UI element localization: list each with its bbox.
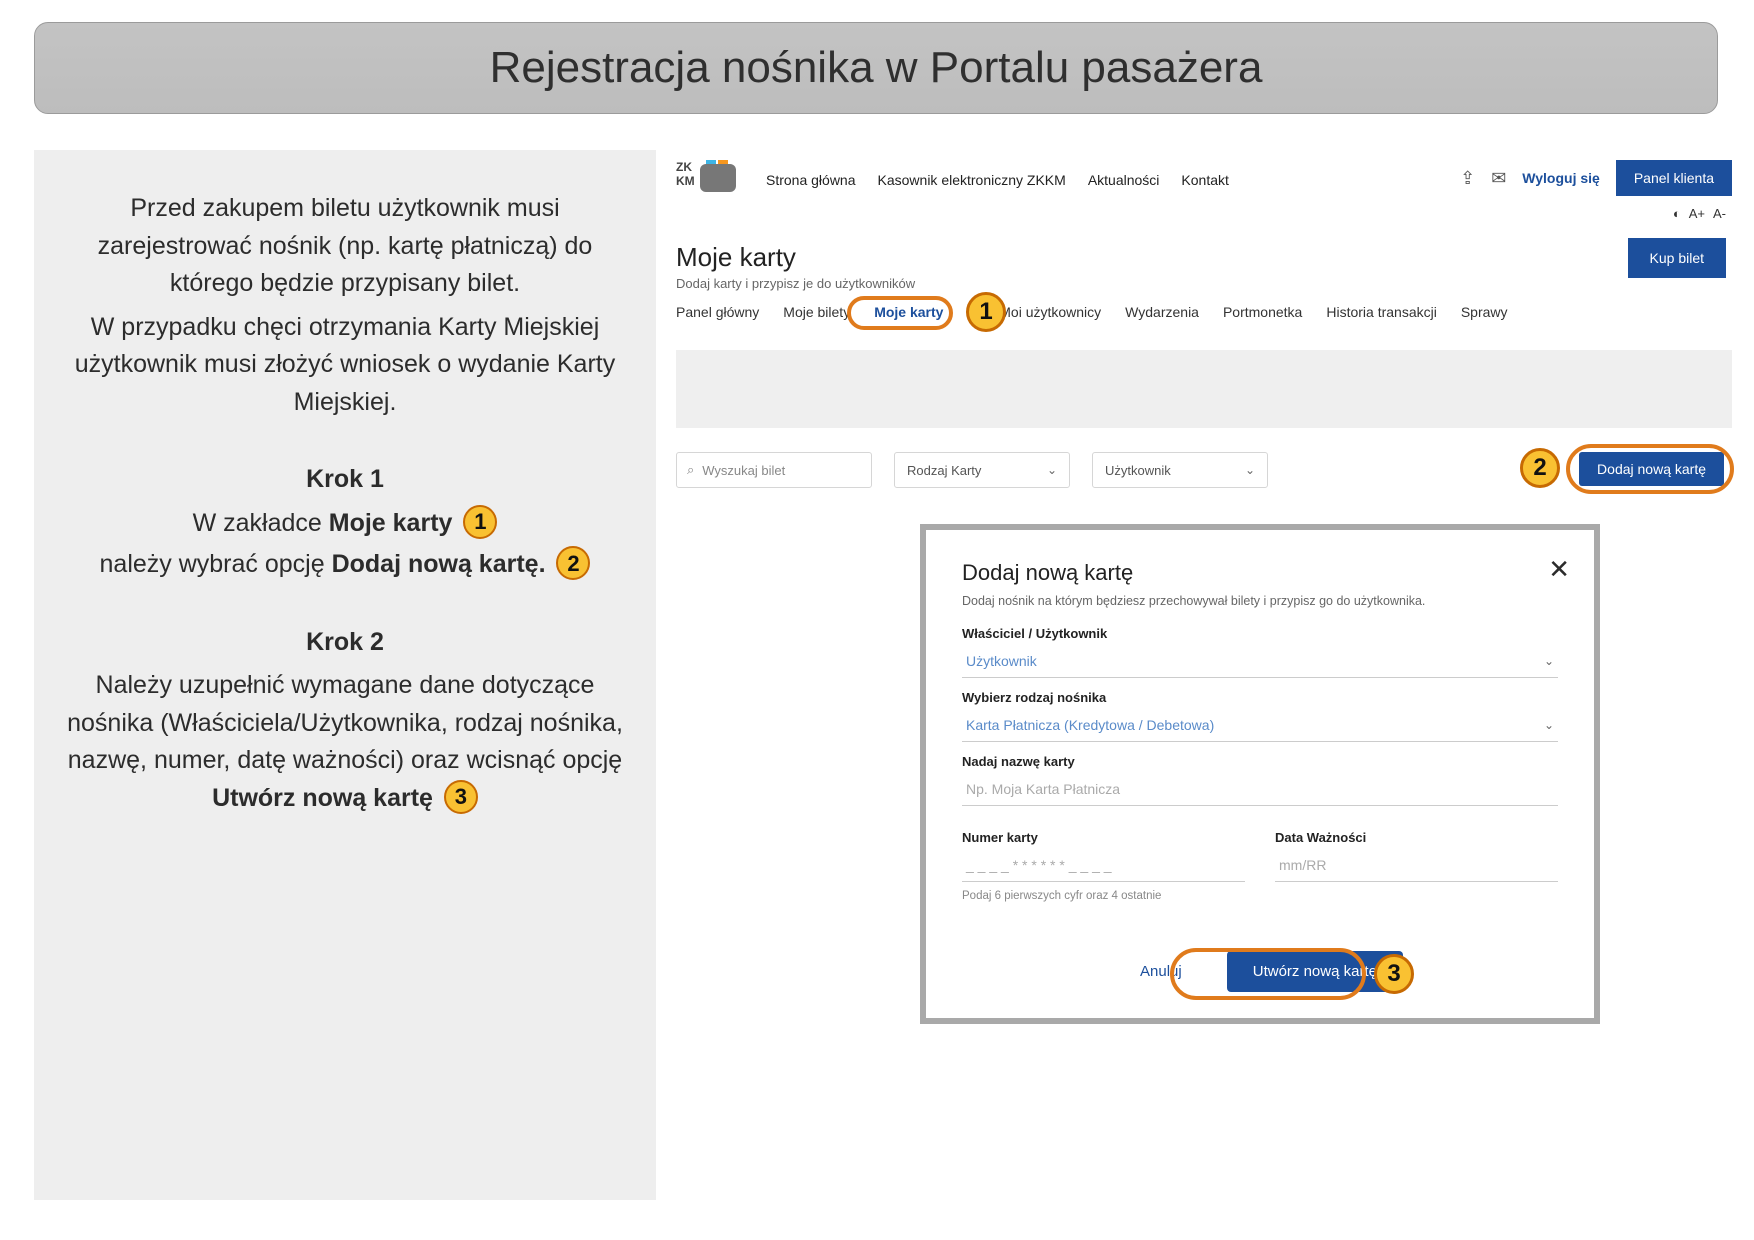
search-input[interactable]: ⌕ Wyszukaj bilet xyxy=(676,452,872,488)
subnav-uzytkownicy[interactable]: Moi użytkownicy xyxy=(999,304,1101,320)
intro-paragraph-2: W przypadku chęci otrzymania Karty Miejs… xyxy=(62,309,628,422)
date-input[interactable]: mm/RR xyxy=(1275,849,1558,882)
cancel-button[interactable]: Anuluj xyxy=(1117,952,1205,991)
instructions-panel: Przed zakupem biletu użytkownik musi zar… xyxy=(34,150,656,1200)
date-placeholder: mm/RR xyxy=(1279,857,1326,873)
filter-background-band xyxy=(676,350,1732,428)
modal-title: Dodaj nową kartę xyxy=(962,560,1558,586)
subnav-wydarzenia[interactable]: Wydarzenia xyxy=(1125,304,1199,320)
uzytkownik-select[interactable]: Użytkownik ⌄ xyxy=(1092,452,1268,488)
step2-text-b: Utwórz nową kartę xyxy=(212,784,433,812)
marker-1-inline: 1 xyxy=(463,505,497,539)
logo-text1: ZK xyxy=(676,160,692,174)
filters-row: ⌕ Wyszukaj bilet Rodzaj Karty ⌄ Użytkown… xyxy=(676,452,1732,488)
upload-icon[interactable]: ⇪ xyxy=(1460,168,1475,189)
portal-topbar: ZK KM Strona główna Kasownik elektronicz… xyxy=(670,150,1732,210)
zkkm-logo: ZK KM xyxy=(676,160,736,200)
step1-heading: Krok 1 xyxy=(62,461,628,499)
logo-text2: KM xyxy=(676,174,695,188)
date-label: Data Ważności xyxy=(1275,830,1558,845)
page-subtitle: Dodaj karty i przypisz je do użytkownikó… xyxy=(676,276,915,291)
subnav-bilety[interactable]: Moje bilety xyxy=(783,304,850,320)
font-minus[interactable]: A- xyxy=(1713,206,1726,221)
subnav-portmonetka[interactable]: Portmonetka xyxy=(1223,304,1302,320)
chevron-down-icon: ⌄ xyxy=(1544,718,1554,732)
subnav-historia[interactable]: Historia transakcji xyxy=(1326,304,1436,320)
add-card-modal: ✕ Dodaj nową kartę Dodaj nośnik na który… xyxy=(920,524,1600,1024)
page-heading: Moje karty xyxy=(676,242,796,273)
logout-link[interactable]: Wyloguj się xyxy=(1522,170,1600,186)
subnav-karty[interactable]: Moje karty xyxy=(874,304,943,320)
marker-3-big: 3 xyxy=(1374,954,1414,994)
marker-3-inline: 3 xyxy=(444,780,478,814)
number-label: Numer karty xyxy=(962,830,1245,845)
chevron-down-icon: ⌄ xyxy=(1544,654,1554,668)
search-placeholder: Wyszukaj bilet xyxy=(702,463,785,478)
chevron-down-icon: ⌄ xyxy=(1245,463,1255,477)
marker-2-inline: 2 xyxy=(556,546,590,580)
portal-screenshot: ZK KM Strona główna Kasownik elektronicz… xyxy=(670,150,1732,1200)
marker-1-big: 1 xyxy=(966,292,1006,332)
step1-text-b: Moje karty xyxy=(329,509,453,537)
close-icon[interactable]: ✕ xyxy=(1548,554,1570,585)
modal-subtitle: Dodaj nośnik na którym będziesz przechow… xyxy=(962,594,1558,608)
panel-klienta-button[interactable]: Panel klienta xyxy=(1616,160,1732,196)
portal-toptools: ⇪ ✉ Wyloguj się Panel klienta xyxy=(1460,160,1732,196)
step1-line2: należy wybrać opcję Dodaj nową kartę. 2 xyxy=(62,546,628,584)
number-date-row: Numer karty _ _ _ _ * * * * * * _ _ _ _ … xyxy=(962,818,1558,882)
dodaj-nowa-karte-button[interactable]: Dodaj nową kartę xyxy=(1579,452,1724,486)
nav-kasownik[interactable]: Kasownik elektroniczny ZKKM xyxy=(878,172,1066,188)
intro-paragraph-1: Przed zakupem biletu użytkownik musi zar… xyxy=(62,190,628,303)
client-subnav: Panel główny Moje bilety Moje karty e Mo… xyxy=(676,304,1508,320)
mail-icon[interactable]: ✉ xyxy=(1491,168,1506,189)
font-plus[interactable]: A+ xyxy=(1689,206,1705,221)
modal-actions: Anuluj Utwórz nową kartę xyxy=(926,951,1594,992)
page-title-bar: Rejestracja nośnika w Portalu pasażera xyxy=(34,22,1718,114)
logo-bus-icon xyxy=(700,164,736,192)
number-hint: Podaj 6 pierwszych cyfr oraz 4 ostatnie xyxy=(962,890,1558,902)
subnav-sprawy[interactable]: Sprawy xyxy=(1461,304,1508,320)
modal-inner: ✕ Dodaj nową kartę Dodaj nośnik na który… xyxy=(926,530,1594,1018)
name-input[interactable]: Np. Moja Karta Płatnicza xyxy=(962,773,1558,806)
font-size-tools: ◐ A+ A- xyxy=(1673,206,1726,221)
rodzaj-label: Rodzaj Karty xyxy=(907,463,981,478)
step2-heading: Krok 2 xyxy=(62,624,628,662)
nav-kontakt[interactable]: Kontakt xyxy=(1181,172,1228,188)
step1-text-d: Dodaj nową kartę. xyxy=(332,550,546,578)
step1-line1: W zakładce Moje karty 1 xyxy=(62,505,628,543)
step2-text-a: Należy uzupełnić wymagane dane dotyczące… xyxy=(67,671,623,774)
type-select[interactable]: Karta Płatnicza (Kredytowa / Debetowa) ⌄ xyxy=(962,709,1558,742)
owner-select[interactable]: Użytkownik ⌄ xyxy=(962,645,1558,678)
chevron-down-icon: ⌄ xyxy=(1047,463,1057,477)
step1-text-a: W zakładce xyxy=(193,509,329,537)
number-placeholder: _ _ _ _ * * * * * * _ _ _ _ xyxy=(966,857,1112,873)
number-input[interactable]: _ _ _ _ * * * * * * _ _ _ _ xyxy=(962,849,1245,882)
page-title-text: Rejestracja nośnika w Portalu pasażera xyxy=(490,43,1263,93)
step1-text-c: należy wybrać opcję xyxy=(100,550,332,578)
uzytkownik-label: Użytkownik xyxy=(1105,463,1171,478)
owner-label: Właściciel / Użytkownik xyxy=(962,626,1558,641)
rodzaj-karty-select[interactable]: Rodzaj Karty ⌄ xyxy=(894,452,1070,488)
portal-topnav: Strona główna Kasownik elektroniczny ZKK… xyxy=(766,172,1229,188)
name-placeholder: Np. Moja Karta Płatnicza xyxy=(966,781,1120,797)
step2-body: Należy uzupełnić wymagane dane dotyczące… xyxy=(62,667,628,817)
marker-2-big: 2 xyxy=(1520,448,1560,488)
contrast-icon[interactable]: ◐ xyxy=(1673,206,1681,221)
nav-home[interactable]: Strona główna xyxy=(766,172,856,188)
owner-value: Użytkownik xyxy=(966,653,1037,669)
type-label: Wybierz rodzaj nośnika xyxy=(962,690,1558,705)
nav-aktualnosci[interactable]: Aktualności xyxy=(1088,172,1160,188)
search-icon: ⌕ xyxy=(687,462,694,478)
subnav-panel[interactable]: Panel główny xyxy=(676,304,759,320)
name-label: Nadaj nazwę karty xyxy=(962,754,1558,769)
kup-bilet-button[interactable]: Kup bilet xyxy=(1628,238,1726,278)
type-value: Karta Płatnicza (Kredytowa / Debetowa) xyxy=(966,717,1214,733)
